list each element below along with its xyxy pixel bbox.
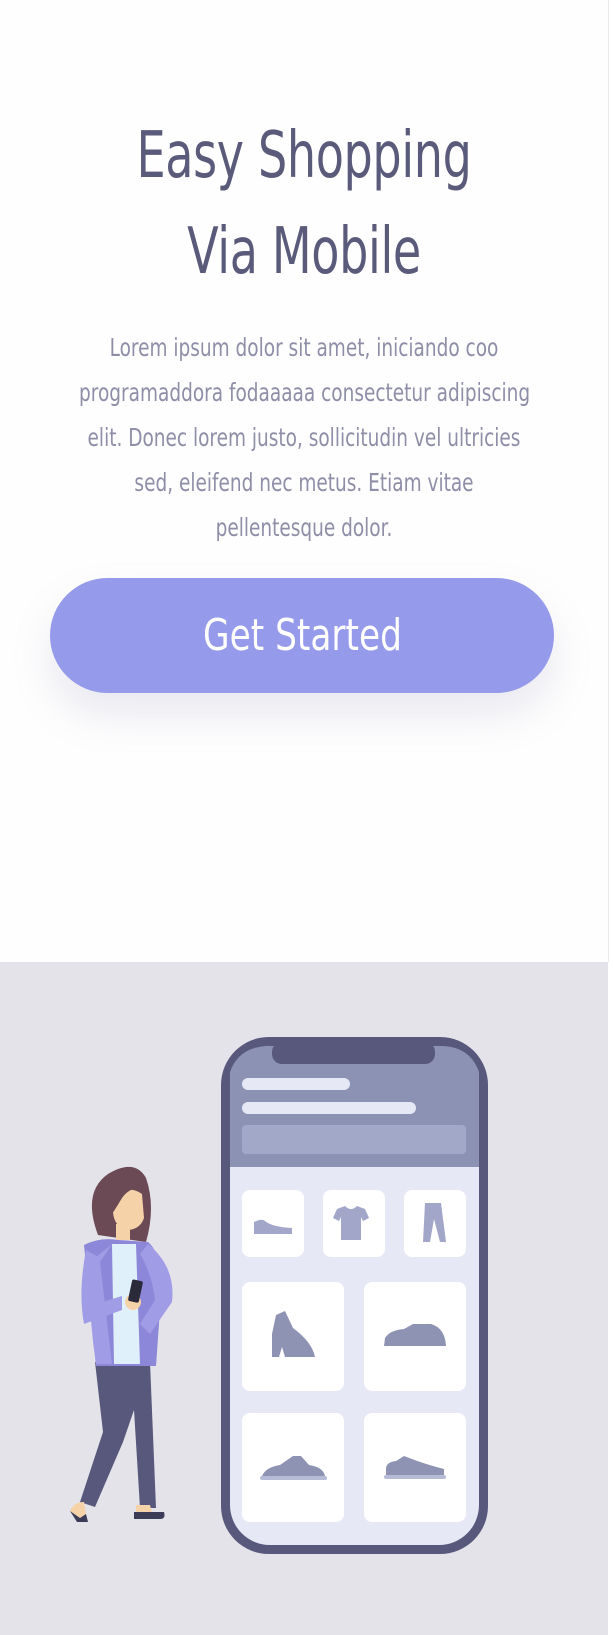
shoe-sole bbox=[260, 1476, 327, 1480]
pants bbox=[80, 1362, 156, 1508]
shopping-illustration bbox=[70, 1037, 488, 1554]
category-tile bbox=[242, 1190, 304, 1257]
description-line: pellentesque dolor. bbox=[215, 513, 393, 542]
search-bar bbox=[242, 1125, 466, 1154]
phone-illustration bbox=[221, 1037, 488, 1554]
description-line: sed, eleifend nec metus. Etiam vitae bbox=[134, 468, 474, 497]
phone-notch bbox=[272, 1042, 435, 1064]
get-started-button[interactable]: Get Started bbox=[50, 578, 554, 693]
hero-description: Lorem ipsum dolor sit amet, iniciando co… bbox=[79, 325, 531, 550]
woman-illustration bbox=[70, 1166, 173, 1522]
illustration-section bbox=[0, 962, 608, 1635]
description-line: programaddora fodaaaaa consectetur adipi… bbox=[79, 378, 531, 407]
hero-section: Easy Shopping Via Mobile Lorem ipsum dol… bbox=[0, 0, 609, 962]
description-line: elit. Donec lorem justo, sollicitudin ve… bbox=[87, 423, 521, 452]
hero-title-line-1: Easy Shopping bbox=[136, 119, 472, 193]
description-line: Lorem ipsum dolor sit amet, iniciando co… bbox=[109, 333, 499, 362]
category-tile bbox=[404, 1190, 466, 1257]
header-line bbox=[242, 1102, 416, 1114]
header-line bbox=[242, 1078, 350, 1090]
foot bbox=[70, 1502, 86, 1518]
shoe bbox=[134, 1512, 165, 1519]
hero-title: Easy Shopping Via Mobile bbox=[85, 108, 523, 300]
get-started-label: Get Started bbox=[202, 610, 402, 661]
shoe-sole bbox=[384, 1475, 446, 1479]
page-edge bbox=[609, 0, 613, 1635]
foot bbox=[136, 1505, 152, 1513]
hero-title-line-2: Via Mobile bbox=[187, 215, 421, 289]
